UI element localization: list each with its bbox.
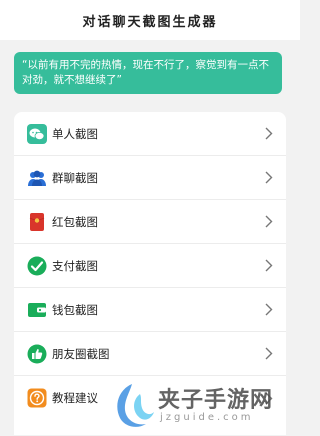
menu-item-wallet[interactable]: 钱包截图: [14, 288, 286, 332]
menu-item-label: 朋友圈截图: [52, 346, 110, 361]
chevron-right-icon: [264, 259, 274, 273]
wechat-icon: [27, 123, 47, 144]
page-title: 对话聊天截图生成器: [82, 14, 218, 30]
menu-item-payment[interactable]: 支付截图: [14, 244, 286, 288]
menu-item-label: 单人截图: [52, 126, 98, 141]
menu-list: 单人截图 群聊截图 红包截图 支付截图 钱包截图 朋友圈截图 教程建议: [14, 112, 286, 435]
thumbs-up-icon: [27, 344, 47, 364]
quote-banner: “以前有用不完的热情，现在不行了，察觉到有一点不对劲，就不想继续了”: [14, 52, 282, 94]
chevron-right-icon: [264, 391, 274, 405]
chevron-right-icon: [264, 347, 274, 361]
menu-item-single-chat[interactable]: 单人截图: [14, 112, 286, 156]
menu-item-tutorial[interactable]: 教程建议: [14, 376, 286, 420]
menu-item-label: 教程建议: [52, 391, 98, 405]
payment-check-icon: [27, 256, 47, 276]
menu-item-label: 红包截图: [52, 214, 98, 229]
red-envelope-icon: [27, 212, 47, 232]
wallet-icon: [27, 300, 47, 320]
chevron-right-icon: [264, 303, 274, 317]
menu-item-label: 群聊截图: [52, 170, 98, 185]
chevron-right-icon: [264, 215, 274, 229]
menu-item-group-chat[interactable]: 群聊截图: [14, 156, 286, 200]
group-icon: [27, 168, 47, 188]
menu-item-red-envelope[interactable]: 红包截图: [14, 200, 286, 244]
chevron-right-icon: [264, 127, 274, 141]
menu-item-moments[interactable]: 朋友圈截图: [14, 332, 286, 376]
header-bar: 对话聊天截图生成器: [0, 0, 300, 40]
question-icon: [27, 388, 47, 408]
menu-item-label: 钱包截图: [52, 302, 98, 317]
menu-item-label: 支付截图: [52, 258, 98, 273]
chevron-right-icon: [264, 171, 274, 185]
